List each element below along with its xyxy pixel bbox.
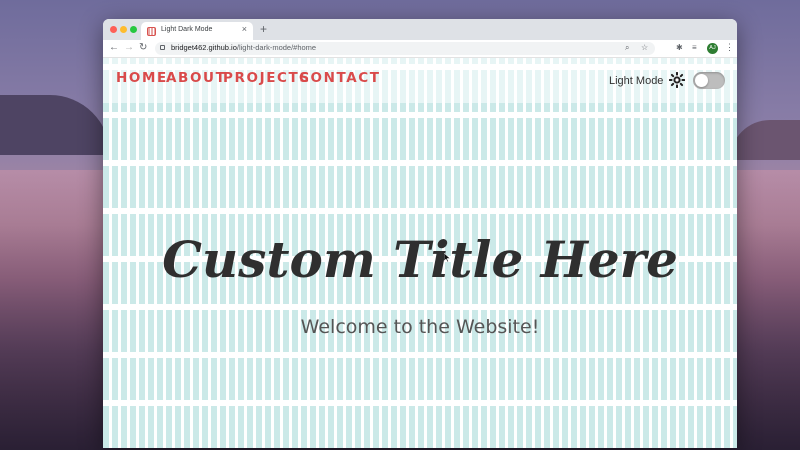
nav-link-home[interactable]: HOME (116, 70, 168, 86)
url-path: /light-dark-mode/#home (236, 43, 317, 52)
sun-icon (669, 72, 685, 88)
hero-subtitle: Welcome to the Website! (300, 316, 540, 338)
url-host: bridget462.github.io (171, 43, 237, 52)
browser-window: Light Dark Mode × + ← → ↻ bridget462.git… (103, 19, 737, 448)
extensions-puzzle-icon[interactable]: ✱ (676, 43, 683, 52)
hero-title: Custom Title Here (162, 230, 678, 289)
close-window-button[interactable] (110, 26, 117, 33)
new-tab-button[interactable]: + (260, 21, 267, 37)
tab-bar: Light Dark Mode × + (103, 19, 737, 40)
dark-mode-toggle[interactable] (693, 72, 725, 89)
page-viewport: HOME ABOUT PROJECTS CONTACT Light Mode C… (103, 58, 737, 448)
nav-link-about[interactable]: ABOUT (166, 70, 226, 86)
address-bar[interactable]: bridget462.github.io/light-dark-mode/#ho… (155, 42, 655, 55)
nav-link-contact[interactable]: CONTACT (299, 70, 381, 86)
back-arrow-icon[interactable]: ← (109, 42, 119, 54)
tab-close-icon[interactable]: × (242, 24, 247, 34)
zoom-search-icon[interactable]: ⌕ (625, 43, 629, 53)
bookmark-star-icon[interactable]: ☆ (641, 43, 648, 52)
zoom-window-button[interactable] (130, 26, 137, 33)
url-text: bridget462.github.io/light-dark-mode/#ho… (171, 43, 316, 52)
favicon-icon (147, 27, 156, 36)
profile-avatar[interactable]: AJ (707, 43, 718, 54)
reload-icon[interactable]: ↻ (139, 42, 147, 54)
site-navbar: HOME ABOUT PROJECTS CONTACT Light Mode (103, 58, 737, 103)
minimize-window-button[interactable] (120, 26, 127, 33)
wallpaper-hill-right (730, 120, 800, 160)
browser-toolbar: ← → ↻ bridget462.github.io/light-dark-mo… (103, 40, 737, 58)
lock-icon (160, 45, 165, 50)
mouse-cursor-icon (444, 253, 450, 262)
theme-mode-label: Light Mode (609, 75, 664, 87)
tab-title: Light Dark Mode (161, 26, 213, 33)
forward-arrow-icon[interactable]: → (124, 42, 134, 54)
browser-menu-icon[interactable]: ⋮ (725, 42, 734, 53)
nav-link-projects[interactable]: PROJECTS (223, 70, 311, 86)
toggle-knob (695, 74, 708, 87)
wallpaper-hill (0, 95, 110, 155)
reading-list-icon[interactable]: ≡ (692, 43, 697, 52)
browser-tab[interactable]: Light Dark Mode × (141, 22, 253, 40)
